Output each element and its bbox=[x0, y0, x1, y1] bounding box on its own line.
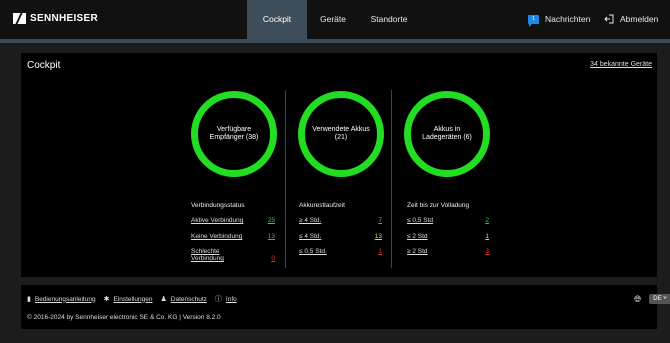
row-value[interactable]: 7 bbox=[378, 217, 382, 224]
info-link-label: Info bbox=[225, 295, 237, 303]
logo-text: SENNHEISER bbox=[30, 13, 99, 24]
row-label[interactable]: ≤ 0,5 Std bbox=[407, 217, 433, 224]
logout-label: Abmelden bbox=[620, 14, 659, 24]
known-devices-link[interactable]: 34 bekannte Geräte bbox=[590, 61, 652, 68]
circle-label: Verfügbare Empfänger (38) bbox=[209, 126, 259, 141]
tab-geraete[interactable]: Geräte bbox=[307, 0, 359, 39]
row-value[interactable]: 13 bbox=[375, 233, 382, 240]
used-batteries-circle[interactable]: Verwendete Akkus (21) bbox=[298, 91, 384, 177]
row-value[interactable]: 3 bbox=[485, 248, 489, 255]
column-divider bbox=[391, 90, 392, 268]
circle-label: Verwendete Akkus (21) bbox=[312, 126, 370, 141]
row-label[interactable]: Aktive Verbindung bbox=[191, 217, 243, 224]
row-value[interactable]: 25 bbox=[268, 217, 275, 224]
privacy-link[interactable]: ♟ Datenschutz bbox=[160, 295, 207, 304]
language-select[interactable]: DE ˅ bbox=[649, 294, 670, 304]
row-value[interactable]: 1 bbox=[485, 233, 489, 240]
logout-button[interactable]: Abmelden bbox=[604, 14, 658, 24]
footer-links: ▮ Bedienungsanleitung ✱ Einstellungen ♟ … bbox=[27, 294, 245, 304]
row-label[interactable]: Schlechte Verbindung bbox=[191, 248, 231, 262]
settings-icon: ✱ bbox=[103, 296, 110, 303]
manual-link[interactable]: ▮ Bedienungsanleitung bbox=[27, 295, 96, 304]
tab-standorte[interactable]: Standorte bbox=[359, 0, 419, 39]
header-divider bbox=[0, 39, 670, 43]
row-label[interactable]: ≥ 4 Std. bbox=[299, 217, 321, 224]
messages-label: Nachrichten bbox=[545, 14, 591, 24]
settings-link-label: Einstellungen bbox=[113, 295, 153, 303]
available-receivers-circle[interactable]: Verfügbare Empfänger (38) bbox=[191, 91, 277, 177]
row-value[interactable]: 13 bbox=[268, 233, 275, 240]
sennheiser-logo-mark-icon bbox=[13, 13, 26, 24]
row-value[interactable]: 1 bbox=[378, 248, 382, 255]
column-divider bbox=[285, 90, 286, 268]
row-label[interactable]: ≤ 4 Std. bbox=[299, 233, 321, 240]
message-icon: 1 bbox=[528, 14, 539, 27]
manual-link-label: Bedienungsanleitung bbox=[34, 295, 96, 303]
charge-time-heading: Zeit bis zur Volladung bbox=[407, 202, 470, 209]
info-link[interactable]: ⓘ Info bbox=[215, 294, 237, 304]
row-value[interactable]: 2 bbox=[485, 217, 489, 224]
chevron-down-icon: ˅ bbox=[663, 296, 667, 302]
manual-icon: ▮ bbox=[27, 296, 31, 303]
messages-button[interactable]: 1 Nachrichten bbox=[528, 14, 591, 27]
page-title: Cockpit bbox=[27, 60, 61, 71]
copyright: © 2016-2024 by Sennheiser electronic SE … bbox=[27, 314, 221, 321]
top-navigation-bar: SENNHEISER Cockpit Geräte Standorte 1 Na… bbox=[0, 0, 670, 39]
row-label[interactable]: ≥ 2 Std bbox=[407, 248, 428, 255]
batteries-in-chargers-circle[interactable]: Akkus in Ladegeräten (6) bbox=[404, 91, 490, 177]
language-value: DE bbox=[653, 296, 662, 302]
footer: ▮ Bedienungsanleitung ✱ Einstellungen ♟ … bbox=[21, 285, 670, 329]
battery-runtime-heading: Akkurestlaufzeit bbox=[299, 202, 345, 209]
circle-label: Akkus in Ladegeräten (6) bbox=[422, 126, 472, 141]
globe-icon: 🌐︎ bbox=[634, 294, 642, 304]
cockpit-panel: Cockpit 34 bekannte Geräte Verfügbare Em… bbox=[21, 53, 657, 277]
row-label[interactable]: ≤ 0,5 Std. bbox=[299, 248, 327, 255]
user-icon: ♟ bbox=[160, 296, 167, 303]
tab-cockpit[interactable]: Cockpit bbox=[247, 0, 307, 39]
logout-icon bbox=[604, 14, 614, 24]
settings-link[interactable]: ✱ Einstellungen bbox=[103, 295, 153, 304]
row-label[interactable]: Keine Verbindung bbox=[191, 233, 242, 240]
info-icon: ⓘ bbox=[214, 296, 222, 303]
connection-status-heading: Verbindungsstatus bbox=[191, 202, 245, 209]
sennheiser-logo[interactable]: SENNHEISER bbox=[13, 13, 98, 24]
privacy-link-label: Datenschutz bbox=[170, 295, 207, 303]
row-label[interactable]: ≤ 2 Std bbox=[407, 233, 428, 240]
row-value[interactable]: 0 bbox=[271, 255, 275, 262]
